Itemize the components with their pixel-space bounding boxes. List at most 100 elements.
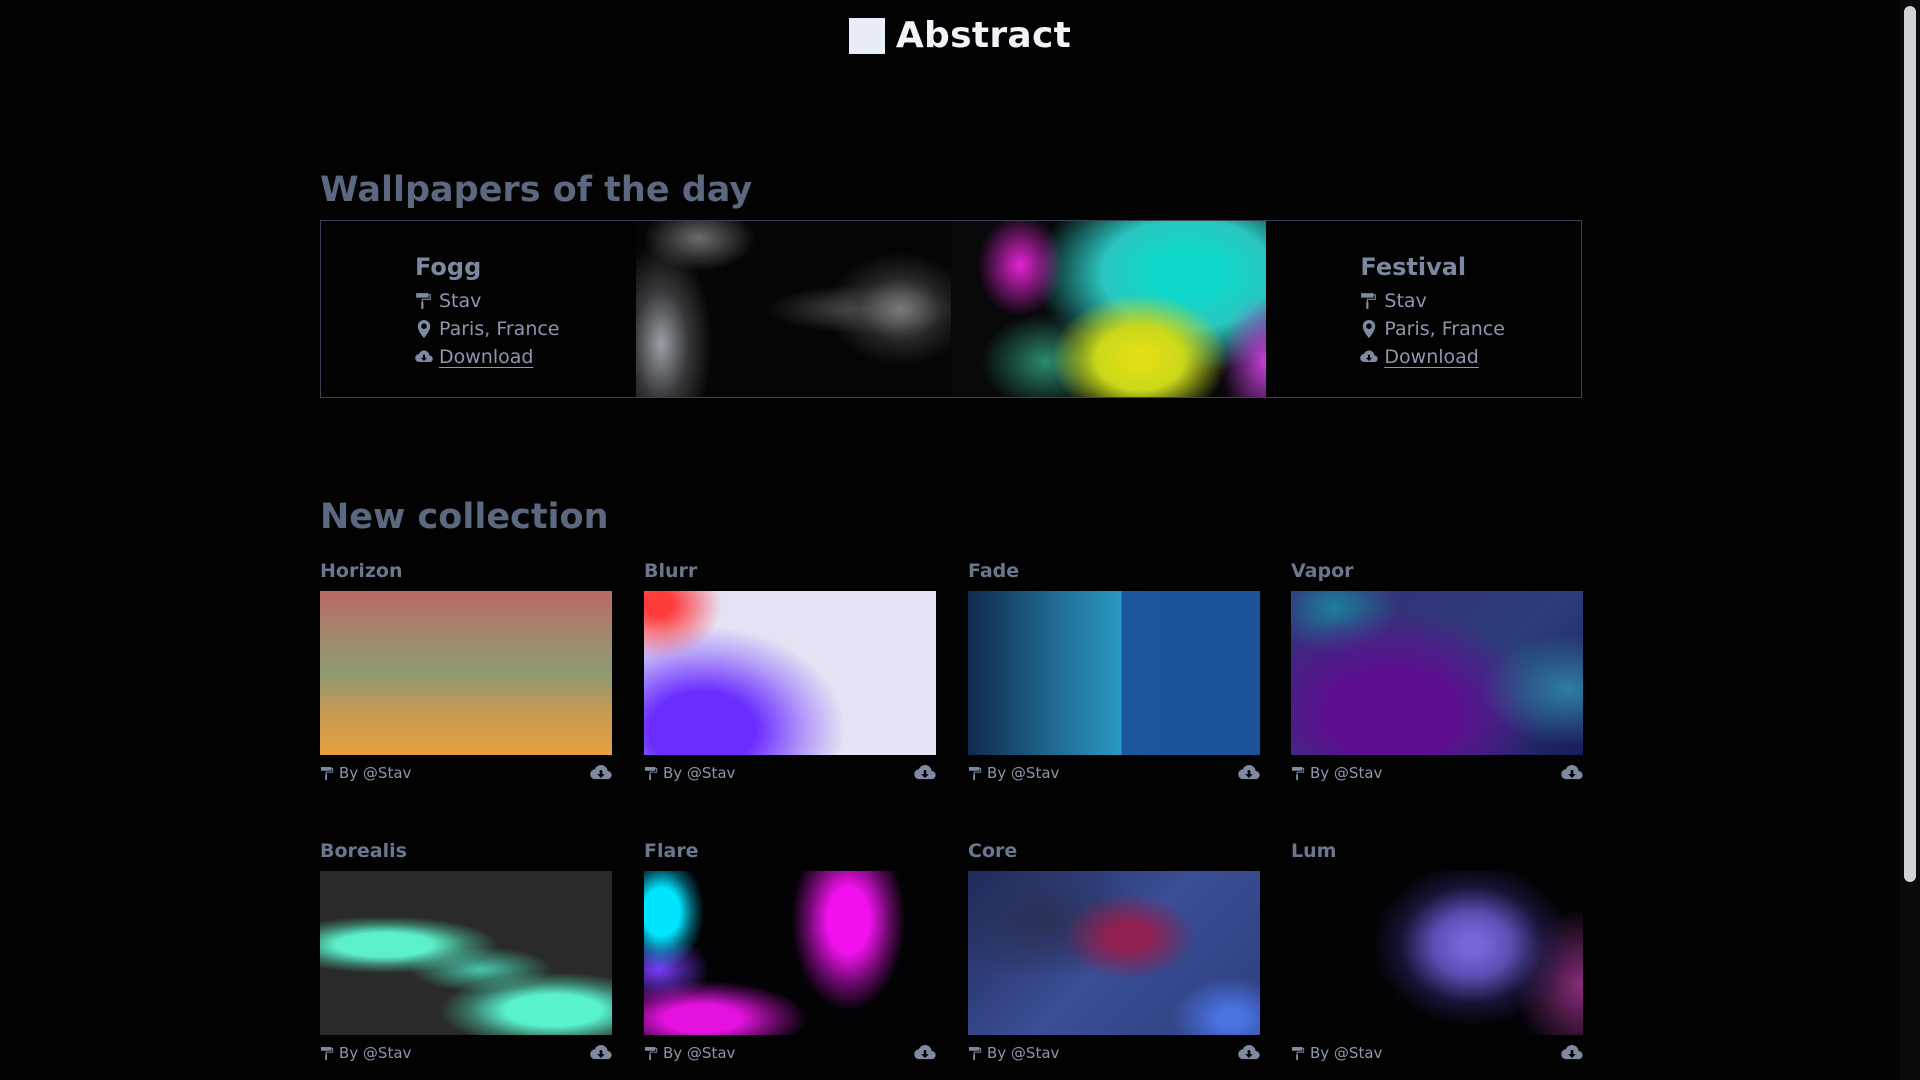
paint-roller-icon (1291, 1046, 1305, 1060)
fogg-wallpaper-image[interactable] (635, 221, 951, 397)
cloud-download-icon (415, 350, 433, 363)
cloud-download-icon (590, 764, 612, 780)
download-link[interactable]: Download (1384, 343, 1478, 371)
brand-logo[interactable]: Abstract (0, 15, 1920, 56)
wallpaper-card-image[interactable] (320, 871, 612, 1035)
download-button[interactable] (590, 764, 612, 782)
daily-section-title: Wallpapers of the day (320, 170, 753, 210)
wallpaper-name: Fogg (415, 253, 482, 281)
wallpaper-card-title: Blurr (644, 560, 698, 582)
download-button[interactable] (914, 1044, 936, 1062)
paint-roller-icon (968, 766, 982, 780)
location-row: Paris, France (415, 315, 636, 343)
wallpaper-card-footer: By @Stav (644, 1044, 936, 1062)
wallpaper-card: Core By @Stav (968, 840, 1260, 1062)
wallpaper-card-image[interactable] (644, 591, 936, 755)
wallpaper-name: Festival (1360, 253, 1467, 281)
cloud-download-icon (1360, 350, 1379, 363)
wallpaper-card-footer: By @Stav (320, 764, 612, 782)
cloud-download-icon (1238, 764, 1260, 780)
wallpaper-card: Blurr By @Stav (644, 560, 936, 782)
wallpaper-card-footer: By @Stav (320, 1044, 612, 1062)
author-credit: By @Stav (320, 1044, 411, 1062)
wallpaper-card: Flare By @Stav (644, 840, 936, 1062)
cloud-download-icon (914, 764, 936, 780)
download-row[interactable]: Download (1360, 343, 1581, 371)
wallpaper-card-title: Fade (968, 560, 1020, 582)
wallpaper-card-footer: By @Stav (968, 764, 1260, 782)
location-row: Paris, France (1360, 315, 1581, 343)
paint-roller-icon (644, 766, 658, 780)
paint-roller-icon (320, 766, 334, 780)
wallpaper-card-image[interactable] (1291, 871, 1583, 1035)
paint-roller-icon (1361, 293, 1377, 309)
logo-square-icon (848, 17, 885, 54)
author-credit-text: By @Stav (663, 1044, 736, 1062)
wallpaper-card-footer: By @Stav (1291, 1044, 1583, 1062)
author-credit: By @Stav (968, 1044, 1059, 1062)
cloud-download-icon (1238, 1044, 1260, 1060)
map-pin-icon (417, 320, 431, 338)
cloud-download-icon (1561, 1044, 1583, 1060)
download-button[interactable] (1238, 1044, 1260, 1062)
author-credit-text: By @Stav (1310, 764, 1383, 782)
wallpaper-card-title: Core (968, 840, 1018, 862)
author-credit-text: By @Stav (987, 1044, 1060, 1062)
wallpaper-card-image[interactable] (968, 591, 1260, 755)
collection-section-title: New collection (320, 497, 609, 537)
wallpaper-card: Lum By @Stav (1291, 840, 1583, 1062)
wallpaper-card-image[interactable] (644, 871, 936, 1035)
author-row: Stav (1360, 287, 1581, 315)
author-credit: By @Stav (1291, 764, 1382, 782)
wallpaper-card-footer: By @Stav (968, 1044, 1260, 1062)
wallpaper-card-title: Borealis (320, 840, 407, 862)
wallpapers-of-the-day: Fogg Stav Paris, France Download Festiva… (320, 220, 1582, 398)
cloud-download-icon (590, 1044, 612, 1060)
author-credit: By @Stav (1291, 1044, 1382, 1062)
author-credit: By @Stav (644, 1044, 735, 1062)
wallpaper-card: Borealis By @Stav (320, 840, 612, 1062)
wallpaper-card-footer: By @Stav (1291, 764, 1583, 782)
vertical-scrollbar[interactable] (1900, 0, 1920, 1080)
wallpaper-card-title: Horizon (320, 560, 403, 582)
author-credit: By @Stav (644, 764, 735, 782)
map-pin-icon (1363, 320, 1376, 338)
location-text: Paris, France (1384, 318, 1505, 340)
wallpaper-card-image[interactable] (320, 591, 612, 755)
paint-roller-icon (416, 293, 431, 309)
paint-roller-icon (320, 1046, 334, 1060)
download-button[interactable] (1561, 1044, 1583, 1062)
cloud-download-icon (914, 1044, 936, 1060)
author-credit-text: By @Stav (339, 1044, 412, 1062)
download-button[interactable] (1238, 764, 1260, 782)
download-button[interactable] (1561, 764, 1583, 782)
wallpaper-card-footer: By @Stav (644, 764, 936, 782)
wallpaper-card-title: Flare (644, 840, 699, 862)
author-credit-text: By @Stav (1310, 1044, 1383, 1062)
author-row: Stav (415, 287, 636, 315)
author-name: Stav (1384, 290, 1427, 312)
paint-roller-icon (1291, 766, 1305, 780)
author-credit: By @Stav (968, 764, 1059, 782)
wallpaper-card-image[interactable] (1291, 591, 1583, 755)
download-button[interactable] (914, 764, 936, 782)
author-credit: By @Stav (320, 764, 411, 782)
wallpaper-card: Horizon By @Stav (320, 560, 612, 782)
paint-roller-icon (644, 1046, 658, 1060)
scrollbar-thumb[interactable] (1904, 6, 1916, 882)
author-name: Stav (439, 290, 482, 312)
cloud-download-icon (1561, 764, 1583, 780)
wallpaper-card-image[interactable] (968, 871, 1260, 1035)
paint-roller-icon (968, 1046, 982, 1060)
wallpaper-card: Fade By @Stav (968, 560, 1260, 782)
festival-wallpaper-image[interactable] (951, 221, 1267, 397)
download-row[interactable]: Download (415, 343, 636, 371)
author-credit-text: By @Stav (339, 764, 412, 782)
wallpaper-card-title: Lum (1291, 840, 1337, 862)
location-text: Paris, France (439, 318, 560, 340)
wallpaper-card: Vapor By @Stav (1291, 560, 1583, 782)
daily-info-right: Festival Stav Paris, France Download (1266, 221, 1581, 397)
download-link[interactable]: Download (439, 343, 533, 371)
wallpaper-card-title: Vapor (1291, 560, 1354, 582)
download-button[interactable] (590, 1044, 612, 1062)
